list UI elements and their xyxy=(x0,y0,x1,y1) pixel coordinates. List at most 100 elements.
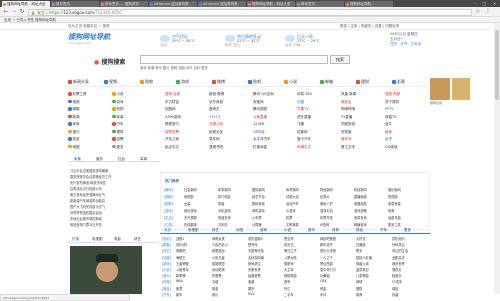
bottom-link[interactable]: 盗墓笔记 xyxy=(356,267,369,272)
left-nav-item[interactable]: 旅游 xyxy=(68,137,80,142)
bottom-link[interactable]: 完美世界 xyxy=(248,267,261,272)
bottom-tab[interactable]: 音乐 xyxy=(308,228,315,233)
bottom-link[interactable]: 中超 xyxy=(212,279,218,284)
left-nav-item[interactable]: 更多 xyxy=(112,145,124,150)
hot-link[interactable]: 女装 xyxy=(184,201,190,206)
left-nav-item[interactable]: 招聘 xyxy=(112,137,124,142)
quicknav-item[interactable]: 贴吧 xyxy=(248,79,261,85)
tab-video-3[interactable]: 综艺 xyxy=(134,237,141,242)
bottom-link[interactable]: CBA xyxy=(320,279,327,283)
scrollbar-thumb[interactable] xyxy=(495,30,499,100)
bottom-tab[interactable]: 财经 xyxy=(356,228,363,233)
hot-link[interactable]: 财经新闻 xyxy=(320,187,333,192)
bottom-link[interactable]: 新车 xyxy=(176,292,182,297)
bottom-tab[interactable]: 电影 xyxy=(164,228,171,233)
site-link[interactable]: 搜狗·百度 xyxy=(165,92,180,97)
bottom-link[interactable]: 奔跑吧 xyxy=(176,248,186,253)
bottom-row-tag[interactable]: [剧集] xyxy=(162,242,171,247)
hot-link[interactable]: 电视剧 xyxy=(184,194,194,199)
site-link[interactable]: 晋江文学 xyxy=(341,145,355,150)
site-link[interactable]: 网易·163 xyxy=(297,92,312,97)
bottom-link[interactable]: 明日之子 xyxy=(284,248,297,253)
site-link[interactable]: 17173 xyxy=(209,115,220,119)
site-link[interactable]: 搜狐·视频 xyxy=(385,92,400,97)
bottom-tab[interactable]: 小说 xyxy=(284,228,291,233)
bottom-link[interactable]: 斗罗大陆 xyxy=(284,255,297,260)
site-link[interactable]: 12306 xyxy=(253,122,264,126)
bottom-link[interactable]: 基金 xyxy=(212,286,218,291)
tab-video-0[interactable]: 热播 xyxy=(72,237,79,242)
hot-link[interactable]: 社会新闻 xyxy=(184,187,197,192)
site-link[interactable]: 爱卡汽车 xyxy=(297,137,311,142)
hot-link[interactable]: 国际新闻 xyxy=(252,187,265,192)
site-link[interactable]: 优酷网 xyxy=(165,107,176,112)
quicknav-item[interactable]: 游戏 xyxy=(176,79,189,85)
bottom-link[interactable]: 股票 xyxy=(176,286,182,291)
bottom-link[interactable]: 二手车 xyxy=(284,292,294,297)
bottom-link[interactable]: 保险 xyxy=(392,286,398,291)
hot-link[interactable]: 快递查询 xyxy=(218,215,231,220)
bottom-row-tag[interactable]: [电影] xyxy=(162,236,171,241)
quicknav-item[interactable]: 视频 xyxy=(104,79,117,85)
site-link[interactable]: 前程无忧 xyxy=(209,130,223,135)
hot-link[interactable]: 违章查询 xyxy=(354,215,367,220)
tab-news-1[interactable]: 娱乐 xyxy=(96,157,103,162)
bottom-row-tag[interactable]: [体育] xyxy=(162,279,171,284)
tab-video-1[interactable]: 电视剧 xyxy=(92,237,103,242)
site-link[interactable]: 唯品会 xyxy=(341,100,352,105)
quicknav-item[interactable]: 新闻头条 xyxy=(68,79,89,85)
site-link[interactable]: 爱奇艺 xyxy=(209,107,220,112)
bottom-link[interactable]: 大主宰 xyxy=(284,267,294,272)
bottom-link[interactable]: 斗破苍穹 xyxy=(176,267,189,272)
hot-link[interactable]: 母婴用品 xyxy=(354,201,367,206)
site-link[interactable]: 起点中文 xyxy=(165,145,179,150)
bottom-row-tag[interactable]: [财经] xyxy=(162,286,171,291)
weather-today[interactable]: 空气良好 20°C ~ 30°C 北京 xyxy=(160,34,220,48)
site-link[interactable]: 腾讯·QQ空间 xyxy=(253,92,274,97)
hot-link[interactable]: 科技新闻 xyxy=(354,187,367,192)
bottom-link[interactable]: 鬼吹灯 xyxy=(392,267,402,272)
bottom-link[interactable]: 歌手 xyxy=(356,248,362,253)
hot-link[interactable]: 单机游戏 xyxy=(252,208,265,213)
site-link[interactable]: 太平洋汽车 xyxy=(253,137,271,142)
site-link[interactable]: 淘宝网 xyxy=(253,100,264,105)
site-link[interactable]: 斗鱼直播 xyxy=(253,115,267,120)
topbar-links-left[interactable]: 设为主页 收藏本站 ☆ 换肤 xyxy=(68,23,109,30)
bottom-link[interactable]: 极限挑战 xyxy=(212,248,225,253)
bottom-link[interactable]: 向往的生活 xyxy=(392,248,408,253)
hot-link[interactable]: 数码家电 xyxy=(252,201,265,206)
calendar-links[interactable]: 日历 · 天气 · 万年历 xyxy=(390,42,470,47)
site-link[interactable]: 途牛 xyxy=(385,122,392,127)
hot-link[interactable]: 网页游戏 xyxy=(184,208,197,213)
bottom-link[interactable]: 王者荣耀 xyxy=(176,261,189,266)
forward-arrow-icon[interactable]: → xyxy=(10,8,18,16)
bottom-link[interactable]: DJ舞曲 xyxy=(320,273,330,278)
hot-link[interactable]: 手机游戏 xyxy=(218,208,231,213)
site-link[interactable]: 潇湘书院 xyxy=(209,145,223,150)
bottom-link[interactable]: 悟空传 xyxy=(284,236,294,241)
topbar-links-right[interactable]: 登录 | 注册 | 收藏夹 | 设置 | 问题反馈 xyxy=(340,23,399,30)
bottom-link[interactable]: 网络歌曲 xyxy=(284,273,297,278)
bottom-link[interactable]: 保养 xyxy=(356,292,362,297)
hot-row-tag[interactable]: [游戏] xyxy=(164,208,173,213)
bottom-tab[interactable]: 更多 xyxy=(404,228,411,233)
bottom-link[interactable]: 梦幻西游 xyxy=(320,261,333,266)
weather-tomorrow[interactable]: 明日晴转多云 22°C ~ 32°C 明天 多云 xyxy=(225,34,285,48)
site-link[interactable]: 天猫 xyxy=(297,100,304,105)
bottom-row-tag[interactable]: [小说] xyxy=(162,267,171,272)
hot-link[interactable]: 电竞 xyxy=(388,208,394,213)
search-input[interactable] xyxy=(140,55,328,64)
site-link[interactable]: 新浪·微博 xyxy=(209,92,224,97)
hot-row-tag[interactable]: [生活] xyxy=(164,215,173,220)
bottom-link[interactable]: 择天记 xyxy=(284,242,294,247)
site-link[interactable]: 链家 xyxy=(385,130,392,135)
bottom-link[interactable]: 穿越火线 xyxy=(356,261,369,266)
hot-link[interactable]: 军事新闻 xyxy=(218,187,231,192)
bottom-link[interactable]: 儿童歌曲 xyxy=(356,273,369,278)
search-type-links[interactable]: 网页 新闻 音乐 图片 视频 地图 问问 百科 更多 xyxy=(140,65,208,70)
hot-link[interactable]: 体育新闻 xyxy=(286,187,299,192)
tab-video-2[interactable]: 电影 xyxy=(114,237,121,242)
bottom-tab[interactable]: 综艺 xyxy=(212,228,219,233)
left-nav-item[interactable]: 视频 xyxy=(68,100,80,105)
site-link[interactable]: 纵横中文 xyxy=(297,145,311,150)
